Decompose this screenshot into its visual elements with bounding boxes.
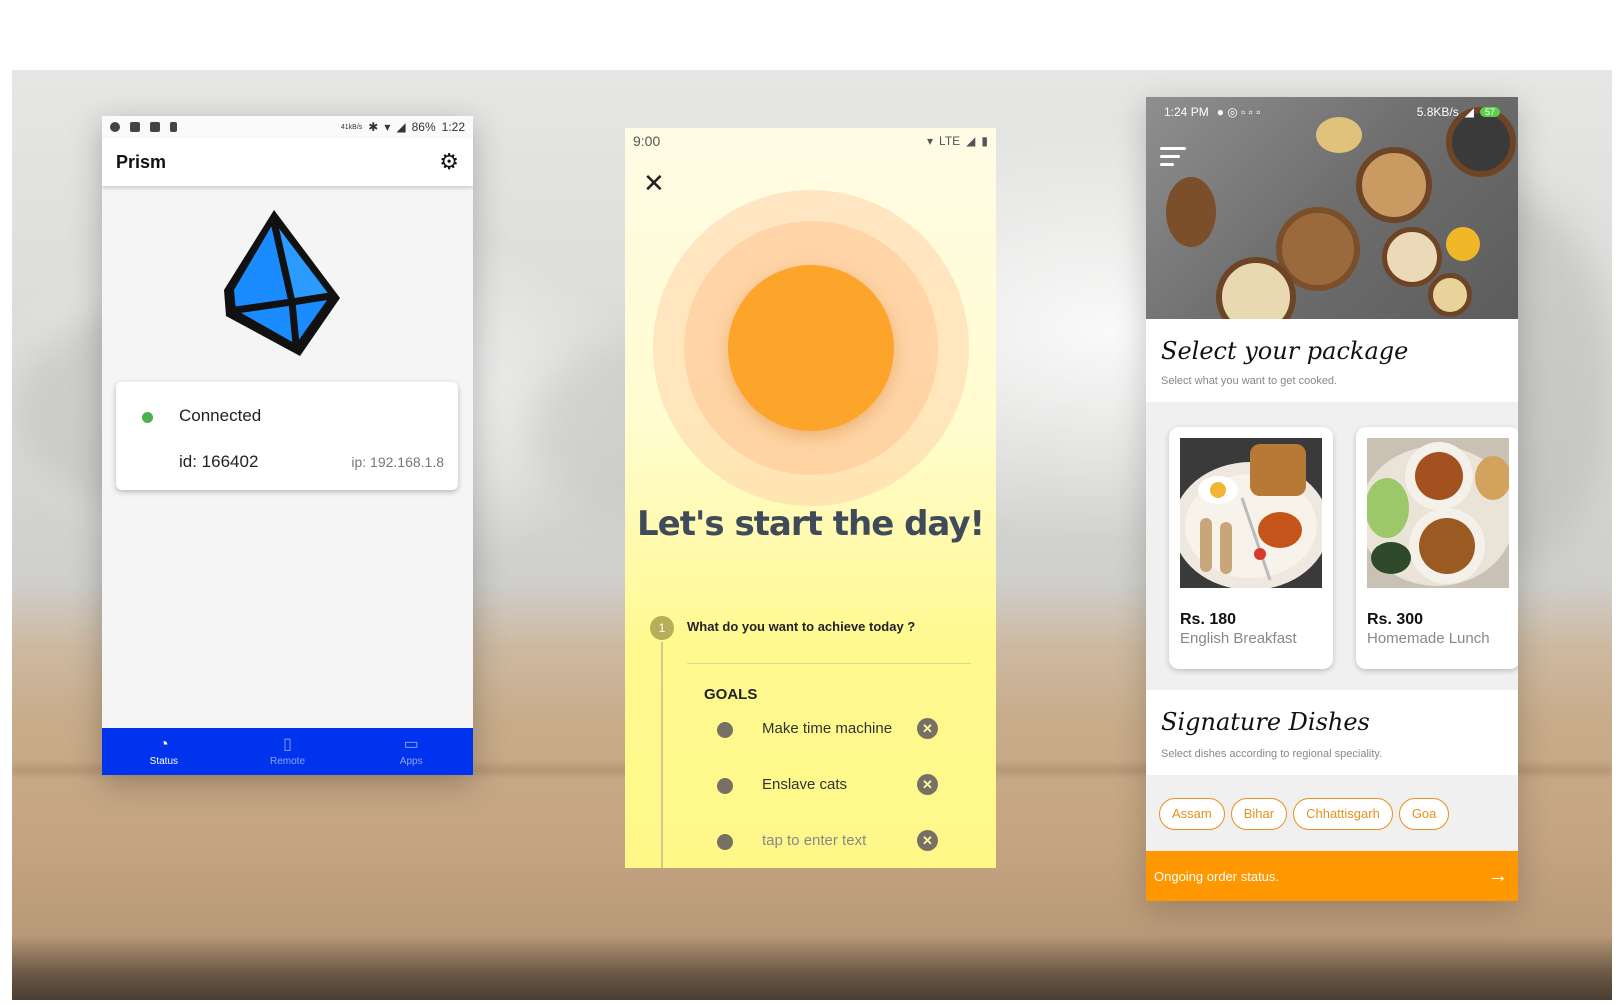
status-bar: 9:00 ▾ LTE ◢ ▮ bbox=[625, 128, 996, 154]
sim-icon bbox=[150, 122, 160, 132]
section-title: Signature Dishes bbox=[1161, 708, 1370, 736]
package-price: Rs. 300 bbox=[1367, 611, 1424, 628]
lunch-photo bbox=[1367, 438, 1509, 588]
step-number-badge: 1 bbox=[650, 616, 674, 640]
signal-icon: ◢ bbox=[1464, 105, 1474, 119]
nut-bowl bbox=[1356, 147, 1432, 223]
food-app-screen: 1:24 PM ● ◎ ▫ ▫ ▫ 5.8KB/s ◢ 57 Select yo… bbox=[1146, 97, 1518, 901]
package-price: Rs. 180 bbox=[1180, 611, 1237, 628]
spices-hero-image: 1:24 PM ● ◎ ▫ ▫ ▫ 5.8KB/s ◢ 57 bbox=[1146, 97, 1518, 319]
headline: Let's start the day! bbox=[636, 504, 985, 544]
goal-item: Make time machine ✕ bbox=[625, 718, 996, 742]
region-chip[interactable]: Assam bbox=[1159, 798, 1225, 830]
turmeric-spoon bbox=[1446, 227, 1480, 261]
prism-logo bbox=[224, 210, 340, 356]
package-card[interactable]: Rs. 300 Homemade Lunch bbox=[1356, 427, 1518, 669]
gear-icon[interactable]: ⚙ bbox=[439, 151, 459, 173]
section-title: Select your package bbox=[1161, 337, 1409, 365]
remove-goal-icon[interactable]: ✕ bbox=[917, 774, 938, 795]
nav-item-status[interactable]: ◔ Status bbox=[102, 728, 226, 775]
connection-card: Connected id: 166402 ip: 192.168.1.8 bbox=[116, 382, 458, 490]
package-name: English Breakfast bbox=[1180, 630, 1297, 647]
nav-label: Status bbox=[149, 755, 179, 767]
goals-heading: GOALS bbox=[704, 686, 758, 703]
day-planner-screen: 9:00 ▾ LTE ◢ ▮ ✕ Let's start the day! 1 … bbox=[625, 128, 996, 868]
region-chips: Assam Bihar Chhattisgarh Goa bbox=[1159, 798, 1450, 830]
spoon bbox=[1166, 177, 1216, 247]
remote-icon: ▯ bbox=[283, 735, 292, 753]
goal-input-item: tap to enter text ✕ bbox=[625, 830, 996, 854]
step-question: What do you want to achieve today ? bbox=[687, 619, 916, 634]
package-name: Homemade Lunch bbox=[1367, 630, 1490, 647]
goal-text[interactable]: Make time machine bbox=[762, 720, 892, 737]
battery-level: 57 bbox=[1479, 107, 1500, 117]
goal-input[interactable]: tap to enter text bbox=[762, 832, 892, 849]
net-speed: 5.8KB/s bbox=[1416, 105, 1459, 119]
network-type: LTE bbox=[939, 134, 961, 148]
wifi-icon: ▾ bbox=[927, 134, 934, 148]
goal-text[interactable]: Enslave cats bbox=[762, 776, 892, 793]
spoon bbox=[1428, 273, 1472, 317]
region-chip[interactable]: Bihar bbox=[1230, 798, 1288, 830]
battery-icon: ▮ bbox=[981, 134, 988, 148]
goal-bullet bbox=[717, 722, 733, 738]
nav-item-apps[interactable]: ▭ Apps bbox=[349, 728, 473, 775]
nav-item-remote[interactable]: ▯ Remote bbox=[226, 728, 350, 775]
divider bbox=[687, 663, 971, 664]
region-chip[interactable]: Chhattisgarh bbox=[1293, 798, 1393, 830]
signal-icon: ◢ bbox=[966, 134, 976, 148]
device-ip: ip: 192.168.1.8 bbox=[351, 454, 444, 470]
notification-icons: ● ◎ ▫ ▫ ▫ bbox=[1216, 105, 1261, 119]
close-icon[interactable]: ✕ bbox=[643, 170, 665, 196]
remove-goal-icon[interactable]: ✕ bbox=[917, 830, 938, 851]
menu-icon[interactable] bbox=[1160, 147, 1186, 171]
sun-circle bbox=[728, 265, 894, 431]
goal-bullet bbox=[717, 778, 733, 794]
clock: 9:00 bbox=[633, 133, 661, 149]
showcase-stage: 41kB/s ✱ ▾ ◢ 86% 1:22 Prism ⚙ Connected … bbox=[0, 0, 1616, 1005]
section-subtitle: Select dishes according to regional spec… bbox=[1161, 748, 1383, 760]
ongoing-order-bar[interactable]: Ongoing order status. → bbox=[1146, 851, 1518, 901]
status-bar: 1:24 PM ● ◎ ▫ ▫ ▫ 5.8KB/s ◢ 57 bbox=[1146, 97, 1518, 127]
clock: 1:24 PM bbox=[1164, 105, 1209, 119]
region-chip[interactable]: Goa bbox=[1398, 798, 1450, 830]
breakfast-photo bbox=[1180, 438, 1322, 588]
signal-icon: ◢ bbox=[396, 120, 406, 134]
window-icon: ▭ bbox=[403, 735, 419, 753]
remove-goal-icon[interactable]: ✕ bbox=[917, 718, 938, 739]
nav-label: Remote bbox=[270, 755, 306, 767]
goal-bullet bbox=[717, 834, 733, 850]
bean-bowl bbox=[1382, 227, 1442, 287]
wifi-icon: ▾ bbox=[384, 120, 391, 134]
package-card[interactable]: Rs. 180 English Breakfast bbox=[1169, 427, 1333, 669]
clock: 1:22 bbox=[441, 120, 465, 134]
goal-item: Enslave cats ✕ bbox=[625, 774, 996, 798]
arrow-right-icon: → bbox=[1488, 864, 1508, 887]
image-icon bbox=[130, 122, 140, 132]
status-bar: 41kB/s ✱ ▾ ◢ 86% 1:22 bbox=[102, 116, 473, 138]
prism-app-screen: 41kB/s ✱ ▾ ◢ 86% 1:22 Prism ⚙ Connected … bbox=[102, 116, 473, 775]
connection-status: Connected bbox=[179, 406, 262, 425]
bluetooth-icon: ✱ bbox=[368, 120, 379, 134]
package-section: Select your package Select what you want… bbox=[1146, 319, 1518, 402]
device-id: id: 166402 bbox=[179, 452, 259, 471]
phone-icon bbox=[170, 122, 177, 132]
bottom-navigation: ◔ Status ▯ Remote ▭ Apps bbox=[102, 728, 473, 775]
net-speed: 41kB/s bbox=[340, 123, 363, 131]
spotify-icon bbox=[110, 122, 120, 132]
signature-dishes-section: Signature Dishes Select dishes according… bbox=[1146, 690, 1518, 775]
app-bar: Prism ⚙ bbox=[102, 138, 473, 186]
battery-level: 86% bbox=[411, 120, 436, 134]
nav-label: Apps bbox=[399, 755, 423, 767]
speedometer-icon: ◔ bbox=[159, 735, 169, 753]
order-status-label: Ongoing order status. bbox=[1154, 868, 1280, 884]
connected-status-dot bbox=[142, 412, 153, 423]
section-subtitle: Select what you want to get cooked. bbox=[1161, 375, 1338, 387]
app-title: Prism bbox=[116, 151, 167, 172]
